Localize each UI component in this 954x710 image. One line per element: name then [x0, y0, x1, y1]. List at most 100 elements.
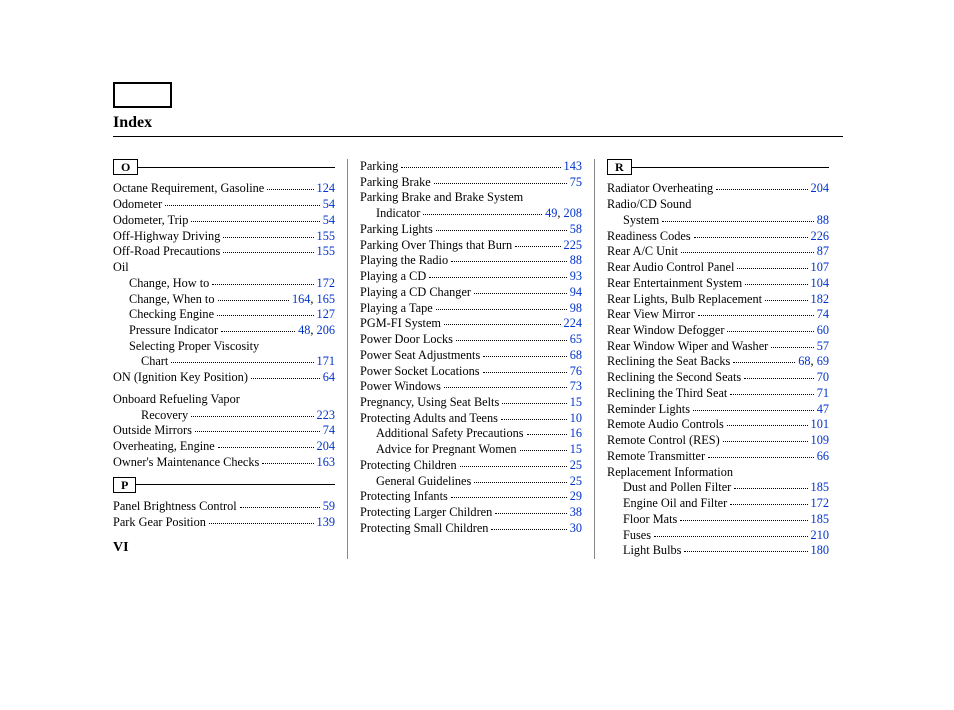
index-entry-pages: 172	[811, 496, 829, 512]
page-link[interactable]: 58	[570, 222, 582, 236]
index-entry-label: Power Socket Locations	[360, 364, 480, 380]
page-link[interactable]: 182	[811, 292, 829, 306]
page-link[interactable]: 64	[323, 370, 335, 384]
index-entry-pages: 163	[317, 455, 335, 471]
index-entry-label: Odometer, Trip	[113, 213, 188, 229]
page-link[interactable]: 76	[570, 364, 582, 378]
page-link[interactable]: 143	[564, 159, 582, 173]
page-link[interactable]: 48	[298, 323, 310, 337]
leader-dots	[262, 463, 313, 464]
page-link[interactable]: 49	[545, 206, 557, 220]
page-link[interactable]: 88	[817, 213, 829, 227]
page-link[interactable]: 73	[570, 379, 582, 393]
page-link[interactable]: 29	[570, 489, 582, 503]
index-entry-label: PGM-FI System	[360, 316, 441, 332]
page-link[interactable]: 224	[564, 316, 582, 330]
index-entry: Dust and Pollen Filter185	[607, 480, 829, 496]
page-link[interactable]: 185	[811, 512, 829, 526]
page-link[interactable]: 124	[317, 181, 335, 195]
leader-dots	[218, 447, 314, 448]
page-link[interactable]: 109	[811, 433, 829, 447]
page-link[interactable]: 204	[811, 181, 829, 195]
page-link[interactable]: 98	[570, 301, 582, 315]
page-link[interactable]: 74	[323, 423, 335, 437]
page-link[interactable]: 210	[811, 528, 829, 542]
page-link[interactable]: 204	[317, 439, 335, 453]
page-link[interactable]: 127	[317, 307, 335, 321]
letter-box: R	[607, 159, 632, 175]
page-link[interactable]: 75	[570, 175, 582, 189]
index-entry-pages: 71	[817, 386, 829, 402]
page-link[interactable]: 74	[817, 307, 829, 321]
index-entry: Floor Mats 185	[607, 512, 829, 528]
page-link[interactable]: 171	[317, 354, 335, 368]
page-link[interactable]: 38	[570, 505, 582, 519]
page-link[interactable]: 66	[817, 449, 829, 463]
page-link[interactable]: 206	[317, 323, 335, 337]
page-link[interactable]: 172	[317, 276, 335, 290]
page-link[interactable]: 101	[811, 417, 829, 431]
page-link[interactable]: 164	[292, 292, 310, 306]
page-link[interactable]: 54	[323, 213, 335, 227]
index-entry-pages: 15	[570, 442, 582, 458]
index-entry-label: Floor Mats	[623, 512, 677, 528]
page-link[interactable]: 155	[317, 229, 335, 243]
page-link[interactable]: 68	[570, 348, 582, 362]
page-link[interactable]: 139	[317, 515, 335, 529]
index-entry-pages: 223	[317, 408, 335, 424]
index-entry: Power Seat Adjustments68	[360, 348, 582, 364]
page-link[interactable]: 70	[817, 370, 829, 384]
page-link[interactable]: 172	[811, 496, 829, 510]
page-link[interactable]: 25	[570, 458, 582, 472]
page-link[interactable]: 226	[811, 229, 829, 243]
page-link[interactable]: 65	[570, 332, 582, 346]
page-link[interactable]: 47	[817, 402, 829, 416]
page-link[interactable]: 16	[570, 426, 582, 440]
page-link[interactable]: 165	[317, 292, 335, 306]
page-link[interactable]: 60	[817, 323, 829, 337]
index-entry-label: Light Bulbs	[623, 543, 681, 559]
index-entry-label: Recovery	[141, 408, 188, 424]
page-link[interactable]: 59	[323, 499, 335, 513]
page-link[interactable]: 15	[570, 395, 582, 409]
page-link[interactable]: 54	[323, 197, 335, 211]
leader-dots	[654, 536, 808, 537]
page-link[interactable]: 163	[317, 455, 335, 469]
page-link[interactable]: 15	[570, 442, 582, 456]
index-entry: Octane Requirement, Gasoline124	[113, 181, 335, 197]
page-link[interactable]: 225	[564, 238, 582, 252]
page-link[interactable]: 180	[811, 543, 829, 557]
page-link[interactable]: 68	[798, 354, 810, 368]
page-link[interactable]: 25	[570, 474, 582, 488]
page-link[interactable]: 87	[817, 244, 829, 258]
page-link[interactable]: 93	[570, 269, 582, 283]
index-entry: Remote Audio Controls101	[607, 417, 829, 433]
index-entry-label: Odometer	[113, 197, 162, 213]
index-entry-pages: 54	[323, 197, 335, 213]
index-entry-label: Fuses	[623, 528, 651, 544]
index-entry: Off-Highway Driving155	[113, 229, 335, 245]
page-link[interactable]: 208	[564, 206, 582, 220]
page-link[interactable]: 88	[570, 253, 582, 267]
index-entry-label: Playing a Tape	[360, 301, 433, 317]
page-link[interactable]: 107	[811, 260, 829, 274]
index-entry: Radiator Overheating204	[607, 181, 829, 197]
index-entry: Playing a CD 93	[360, 269, 582, 285]
leader-dots	[209, 523, 314, 524]
page-link[interactable]: 71	[817, 386, 829, 400]
index-entry-pages: 204	[317, 439, 335, 455]
column-divider	[347, 159, 348, 559]
page-link[interactable]: 104	[811, 276, 829, 290]
page-link[interactable]: 223	[317, 408, 335, 422]
index-entry-pages: 88	[570, 253, 582, 269]
page-link[interactable]: 185	[811, 480, 829, 494]
index-entry-pages: 226	[811, 229, 829, 245]
index-entry: Power Socket Locations 76	[360, 364, 582, 380]
page-link[interactable]: 155	[317, 244, 335, 258]
page-link[interactable]: 10	[570, 411, 582, 425]
page-link[interactable]: 57	[817, 339, 829, 353]
page-link[interactable]: 30	[570, 521, 582, 535]
page-link[interactable]: 94	[570, 285, 582, 299]
page-link[interactable]: 69	[817, 354, 829, 368]
index-entry-label: Playing a CD	[360, 269, 426, 285]
